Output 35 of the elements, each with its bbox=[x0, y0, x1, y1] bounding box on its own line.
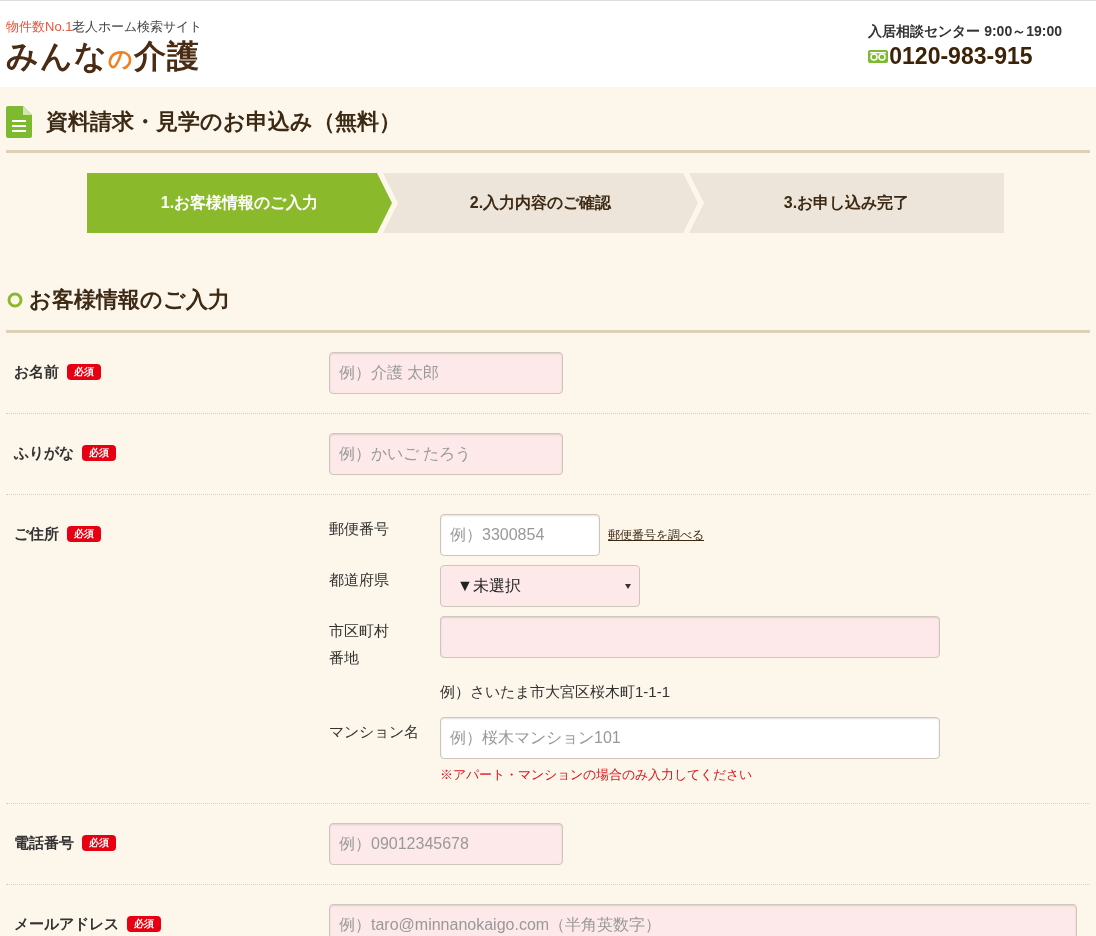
input-field[interactable]: 例）taro@minnanokaigo.com（半角英数字） bbox=[329, 904, 1077, 936]
prefecture-select[interactable]: ▼未選択 bbox=[440, 565, 640, 607]
required-badge: 必須 bbox=[67, 364, 101, 381]
input-field[interactable]: 例）桜木マンション101 bbox=[440, 716, 940, 759]
field-label: ふりがな bbox=[14, 443, 74, 463]
address-label: マンション名 bbox=[329, 721, 420, 742]
required-badge: 必須 bbox=[67, 526, 101, 543]
address-label: 郵便番号 bbox=[329, 519, 390, 539]
input-field[interactable]: 例）かいご たろう bbox=[329, 433, 563, 475]
required-badge: 必須 bbox=[127, 916, 161, 933]
required-badge: 必須 bbox=[82, 445, 116, 462]
tagline: 物件数No.1老人ホーム検索サイト bbox=[6, 18, 203, 36]
site-logo[interactable]: みんなの介護 bbox=[6, 36, 203, 78]
page-title: 資料請求・見学のお申込み（無料） bbox=[46, 108, 401, 136]
input-field[interactable] bbox=[440, 616, 940, 658]
input-field[interactable]: 例）09012345678 bbox=[329, 823, 563, 865]
postal-lookup-link[interactable]: 郵便番号を調べる bbox=[608, 526, 704, 544]
required-badge: 必須 bbox=[82, 835, 116, 852]
input-field[interactable]: 例）3300854 bbox=[440, 514, 600, 556]
section-title: お客様情報のご入力 bbox=[29, 286, 230, 314]
address-label: 市区町村 番地 bbox=[329, 621, 390, 668]
field-label: 電話番号 bbox=[14, 833, 74, 853]
document-icon bbox=[6, 105, 32, 138]
circle-icon bbox=[7, 291, 23, 308]
address-label: 都道府県 bbox=[329, 570, 390, 590]
contact-hours: 入居相談センター 9:00～19:00 bbox=[868, 22, 1062, 41]
field-label: メールアドレス bbox=[14, 914, 119, 934]
note-text: ※アパート・マンションの場合のみ入力してください bbox=[440, 765, 753, 784]
phone-number[interactable]: 0120-983-915 bbox=[889, 42, 1033, 70]
caret-icon bbox=[625, 583, 631, 589]
field-label: ご住所 bbox=[14, 524, 59, 544]
hint-text: 例）さいたま市大宮区桜木町1-1-1 bbox=[440, 682, 672, 702]
field-label: お名前 bbox=[14, 362, 59, 382]
input-field[interactable]: 例）介護 太郎 bbox=[329, 352, 563, 394]
free-dial-icon bbox=[868, 49, 889, 63]
